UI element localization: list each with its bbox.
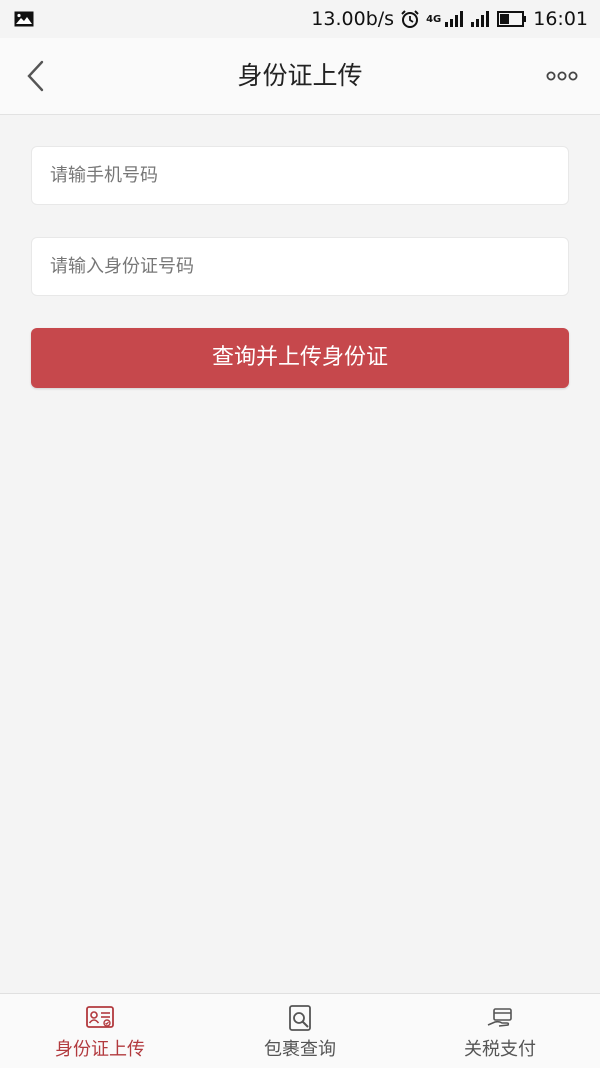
back-button[interactable] bbox=[22, 58, 52, 94]
alarm-icon bbox=[400, 9, 420, 29]
tab-tax-payment[interactable]: 关税支付 bbox=[400, 994, 600, 1068]
clock-time: 16:01 bbox=[533, 8, 588, 30]
tab-package-query[interactable]: 包裹查询 bbox=[200, 994, 400, 1068]
tab-label: 关税支付 bbox=[464, 1039, 536, 1060]
id-number-input[interactable] bbox=[32, 238, 568, 295]
more-button[interactable] bbox=[546, 66, 578, 86]
bottom-tab-bar: 身份证上传 包裹查询 关税支付 bbox=[0, 993, 600, 1068]
chevron-left-icon bbox=[27, 60, 44, 92]
more-dots-icon bbox=[546, 71, 578, 81]
query-upload-button[interactable]: 查询并上传身份证 bbox=[31, 328, 569, 388]
id-card-icon bbox=[86, 1006, 114, 1028]
network-speed: 13.00b/s bbox=[311, 8, 395, 30]
page-title: 身份证上传 bbox=[237, 61, 363, 90]
tab-label: 身份证上传 bbox=[55, 1039, 145, 1060]
package-search-icon bbox=[289, 1005, 311, 1031]
tab-id-upload[interactable]: 身份证上传 bbox=[0, 994, 200, 1068]
network-type: 4G bbox=[426, 13, 442, 25]
gallery-notification-icon bbox=[14, 11, 34, 27]
payment-hand-icon bbox=[487, 1008, 512, 1027]
navigation-bar: 身份证上传 bbox=[0, 38, 600, 115]
id-field-container bbox=[31, 237, 569, 296]
phone-field-container bbox=[31, 146, 569, 205]
phone-input[interactable] bbox=[32, 147, 568, 204]
tab-label: 包裹查询 bbox=[264, 1039, 336, 1060]
status-bar: 13.00b/s 4G 16:01 bbox=[0, 0, 600, 38]
battery-icon bbox=[497, 11, 527, 27]
signal-icon bbox=[445, 11, 465, 27]
signal-icon-2 bbox=[471, 11, 491, 27]
